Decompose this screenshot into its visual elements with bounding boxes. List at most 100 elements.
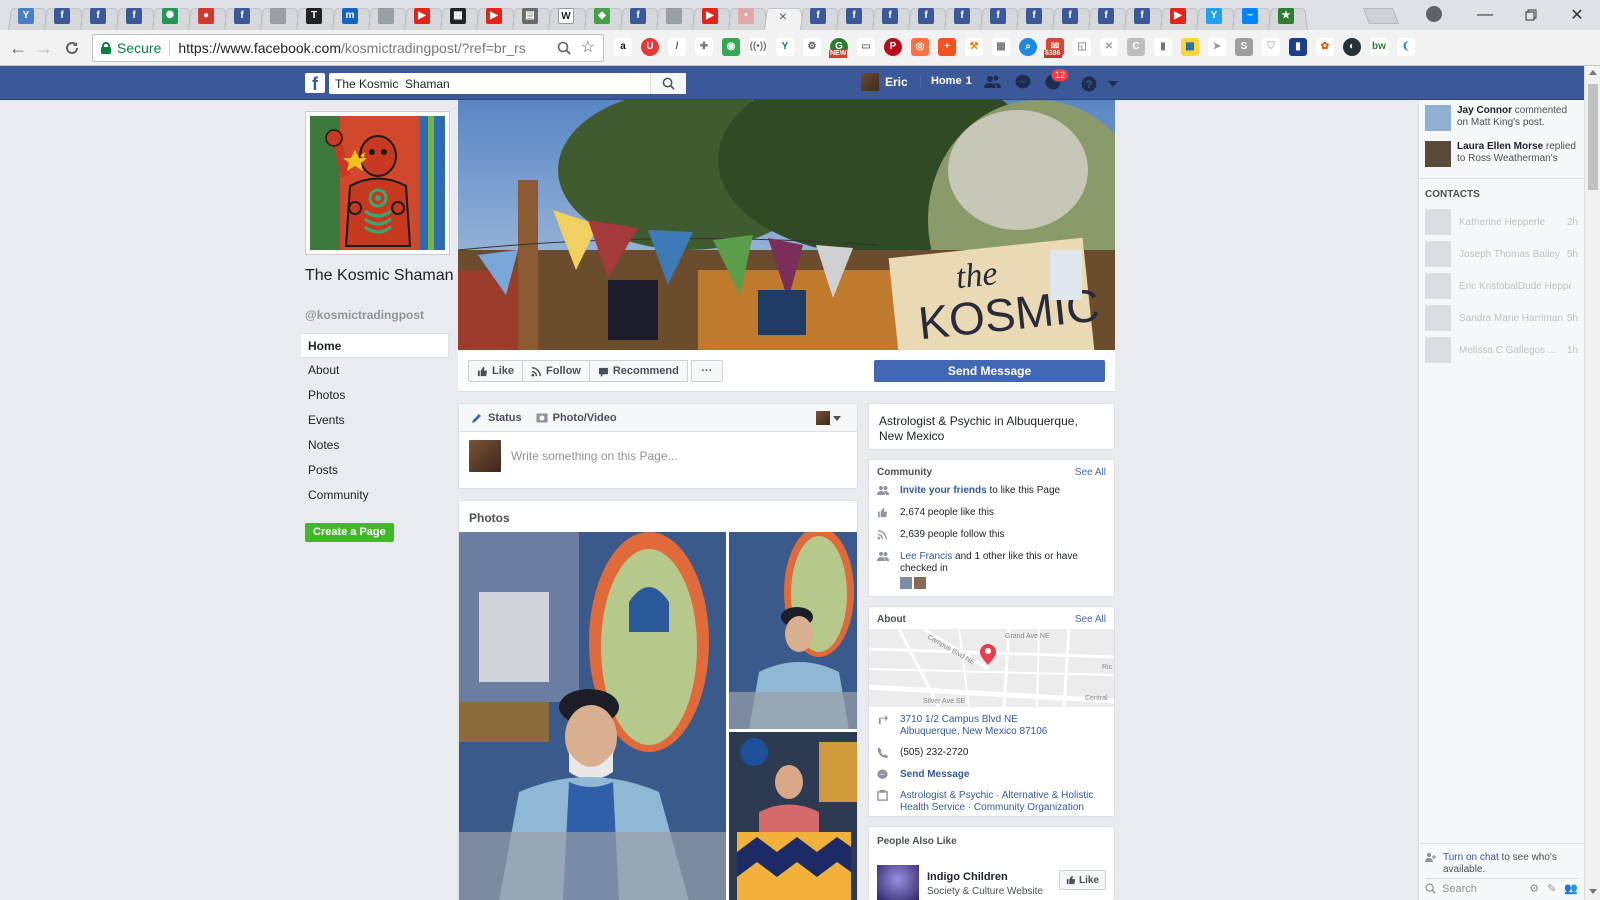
suggested-page-like-button[interactable]: Like [1058, 870, 1106, 890]
search-zoom-icon[interactable] [557, 41, 571, 55]
browser-tab[interactable]: f [80, 2, 116, 30]
s-extension-icon[interactable]: S [1235, 38, 1253, 56]
categories-line-1[interactable]: Astrologist & Psychic · Alternative & Ho… [900, 790, 1093, 801]
browser-tab[interactable]: ▤ [512, 2, 548, 30]
browser-tab[interactable]: • [728, 2, 764, 30]
browser-tab[interactable]: f [620, 2, 656, 30]
browser-tab[interactable]: f [1016, 2, 1052, 30]
c-extension-icon[interactable]: C [1127, 38, 1145, 56]
browser-tab[interactable] [656, 2, 692, 30]
restore-button[interactable] [1508, 0, 1554, 30]
browser-tab[interactable]: Y [8, 2, 44, 30]
location-map[interactable]: Campus Blvd NE Grand Ave NE Silver Ave S… [869, 629, 1114, 707]
flower-extension-icon[interactable]: ✿ [1316, 38, 1334, 56]
browser-tab[interactable]: f [980, 2, 1016, 30]
composer-placeholder[interactable]: Write something on this Page... [511, 449, 678, 463]
profile-link[interactable]: Eric [861, 73, 908, 91]
left-nav-events[interactable]: Events [301, 408, 449, 433]
browser-tab[interactable]: f [800, 2, 836, 30]
browser-tab[interactable]: f [872, 2, 908, 30]
screenshot-extension-icon[interactable]: ◎ [911, 38, 929, 56]
contact-item[interactable]: Melissa C Gallegos ... 1h [1419, 334, 1584, 366]
search-extension-icon[interactable]: ⌕ [1019, 38, 1037, 56]
profile-icon[interactable] [1426, 6, 1442, 22]
create-page-button[interactable]: Create a Page [305, 523, 394, 542]
left-nav-community[interactable]: Community [301, 483, 449, 508]
shield-extension-icon[interactable]: ⛉ [1262, 38, 1280, 56]
ticker-item[interactable]: Jay Connor commented on Matt King's post… [1419, 100, 1584, 136]
close-tab-icon[interactable]: × [779, 8, 787, 24]
new-tab-button[interactable] [1363, 8, 1399, 24]
left-nav-notes[interactable]: Notes [301, 433, 449, 458]
contact-item[interactable]: Eric KristobalDude Hepperle [1419, 270, 1584, 302]
browser-tab[interactable]: ▶ [476, 2, 512, 30]
notifications-icon[interactable]: 12 [1044, 68, 1069, 91]
like-page-button[interactable]: Like [468, 360, 524, 382]
photo-thumbnail[interactable] [459, 532, 726, 900]
scrollbar-thumb[interactable] [1588, 84, 1598, 190]
messenger-icon[interactable] [1014, 73, 1032, 91]
browser-tab[interactable]: f [224, 2, 260, 30]
scroll-up-arrow-icon[interactable] [1589, 70, 1597, 75]
post-as-selector[interactable] [816, 411, 841, 425]
plus-extension-icon[interactable]: + [938, 38, 956, 56]
amazon-extension-icon[interactable]: a [614, 38, 632, 56]
eyedropper-extension-icon[interactable]: / [668, 38, 686, 56]
scroll-down-arrow-icon[interactable] [1589, 889, 1597, 894]
account-menu-caret-icon[interactable] [1108, 81, 1118, 87]
home-link[interactable]: Home 1 [920, 75, 972, 87]
friend-requests-icon[interactable] [984, 73, 1002, 91]
reload-button[interactable] [62, 38, 82, 58]
more-actions-button[interactable]: ··· [690, 360, 723, 382]
facebook-logo-icon[interactable]: f [305, 73, 325, 93]
vivaldi-extension-icon[interactable]: Y [776, 38, 794, 56]
contact-item[interactable]: Sandra Marie Harriman 5h [1419, 302, 1584, 334]
browser-tab[interactable]: f [44, 2, 80, 30]
new-message-icon[interactable]: ✎ [1547, 882, 1556, 895]
browser-tab[interactable]: Y [1196, 2, 1232, 30]
address-bar[interactable]: Secure https://www.facebook.com/kosmictr… [92, 34, 604, 62]
minimize-button[interactable]: — [1462, 0, 1508, 30]
browser-tab[interactable]: f [116, 2, 152, 30]
grammar-extension-icon[interactable]: G NEW [829, 38, 848, 58]
browser-tab[interactable]: f [836, 2, 872, 30]
browser-tab[interactable]: ~ [1232, 2, 1268, 30]
tag-extension-icon[interactable]: ➤ [1208, 38, 1226, 56]
browser-tab[interactable]: ● [188, 2, 224, 30]
left-nav-home[interactable]: Home [301, 333, 449, 358]
turn-on-chat-link[interactable]: Turn on chat [1443, 852, 1499, 863]
magnet-extension-icon[interactable]: U [641, 38, 659, 56]
photo-thumbnail[interactable] [729, 732, 857, 900]
browser-tab[interactable]: f [908, 2, 944, 30]
browser-tab[interactable]: ★ [1268, 2, 1304, 30]
invite-friends-link[interactable]: Invite your friends [900, 485, 987, 496]
contact-item[interactable]: Joseph Thomas Bailey 5h [1419, 238, 1584, 270]
browser-tab[interactable]: ▶ [404, 2, 440, 30]
window-extension-icon[interactable]: ▭ [857, 38, 875, 56]
contact-item[interactable]: Katherine Hepperle 2h [1419, 206, 1584, 238]
grid-extension-icon[interactable]: ▦ [992, 38, 1010, 56]
browser-tab[interactable] [368, 2, 404, 30]
browser-tab[interactable]: ▶ [1160, 2, 1196, 30]
ticker-item[interactable]: Laura Ellen Morse replied to Ross Weathe… [1419, 136, 1584, 172]
gear-extension-icon[interactable]: ⚙ [803, 38, 821, 56]
photo-thumbnail[interactable] [729, 532, 857, 729]
bookmark-extension-icon[interactable]: ▮ [1289, 38, 1307, 56]
browser-tab[interactable]: f [1088, 2, 1124, 30]
screen-extension-icon[interactable]: ◱ [1073, 38, 1091, 56]
send-message-button[interactable]: Send Message [874, 360, 1105, 382]
browser-tab[interactable]: W [548, 2, 584, 30]
address-line-2[interactable]: Albuquerque, New Mexico 87106 [900, 726, 1047, 737]
browser-tab[interactable]: f [1052, 2, 1088, 30]
wave-extension-icon[interactable]: ❨ [1397, 38, 1415, 56]
browser-tab[interactable]: T [296, 2, 332, 30]
browser-tab[interactable]: ▦ [440, 2, 476, 30]
broadcast-extension-icon[interactable]: ((•)) [749, 38, 767, 56]
about-heading[interactable]: About [877, 614, 906, 625]
chat-search-field[interactable]: Search ⚙ ✎ 👥 [1425, 878, 1578, 896]
friend-name-link[interactable]: Lee Francis [900, 551, 952, 562]
friend-avatar[interactable] [900, 577, 912, 589]
browser-tab[interactable]: m [332, 2, 368, 30]
browser-tab[interactable]: f [944, 2, 980, 30]
about-send-message-link[interactable]: Send Message [900, 769, 969, 781]
